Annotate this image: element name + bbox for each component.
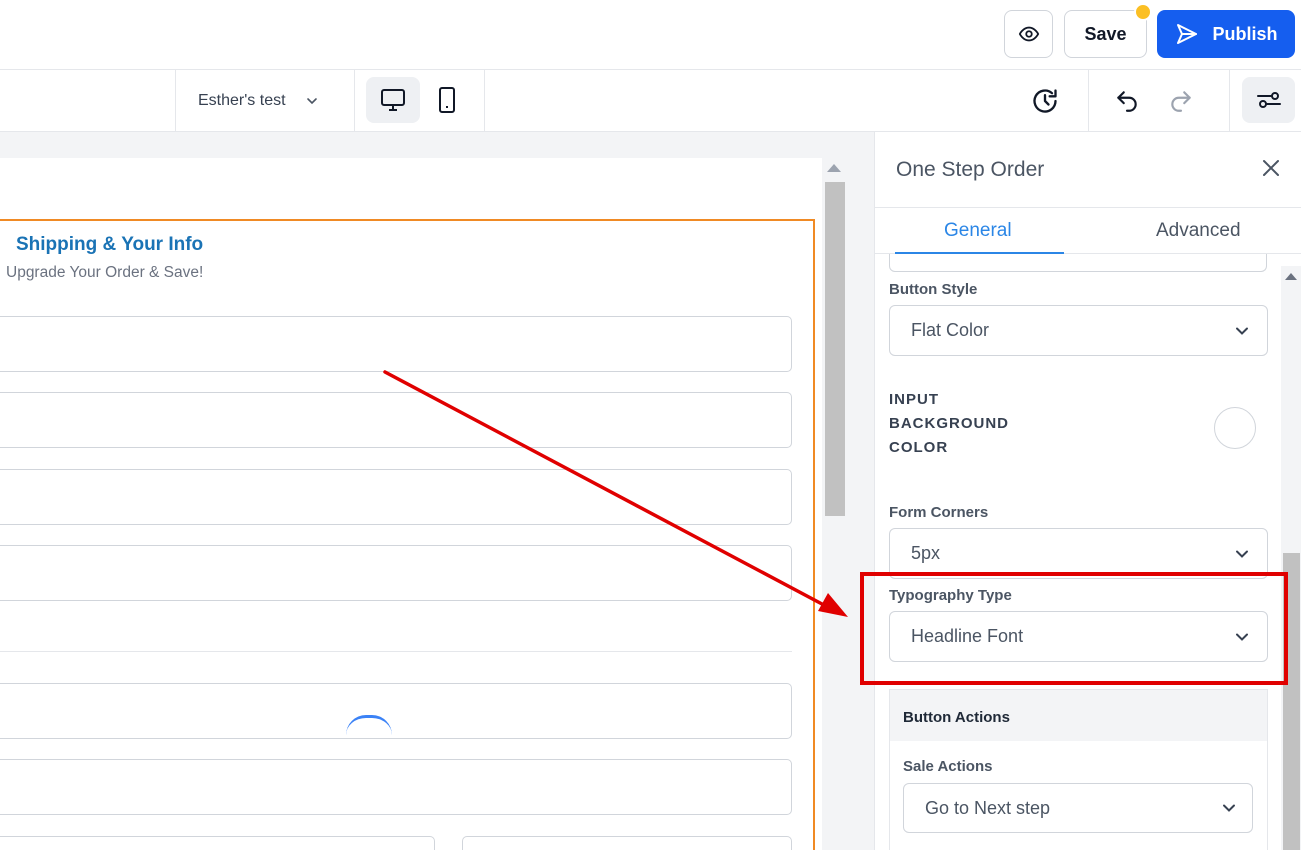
form-corners-label: Form Corners [889,504,989,521]
toolbar-divider [175,70,176,131]
undo-button[interactable] [1108,82,1146,120]
publish-button[interactable]: Publish [1157,10,1295,58]
form-divider [0,651,792,652]
sale-actions-select[interactable]: Go to Next step [903,783,1253,833]
form-input-field[interactable] [0,545,792,601]
send-icon [1177,24,1198,44]
chevron-down-icon [306,98,317,105]
form-input-field[interactable] [0,469,792,525]
button-actions-section: Button Actions Sale Actions Go to Next s… [889,689,1268,850]
form-title: Shipping & Your Info [16,234,204,255]
redo-button[interactable] [1162,82,1200,120]
button-style-value: Flat Color [911,320,990,340]
toolbar-divider [354,70,355,131]
chevron-down-icon [1223,804,1235,812]
undo-icon [1117,91,1137,112]
mobile-icon [439,87,455,113]
close-icon [1263,160,1279,176]
button-actions-title: Button Actions [903,709,1010,726]
save-button[interactable]: Save [1064,10,1147,58]
form-input-field[interactable] [0,836,435,850]
form-input-field[interactable] [0,759,792,815]
scroll-up-arrow-icon[interactable] [827,164,841,172]
toolbar-divider [1088,70,1089,131]
panel-title: One Step Order [896,158,1045,181]
button-style-label: Button Style [889,281,978,298]
canvas-scrollbar-thumb[interactable] [825,182,845,516]
eye-icon [1018,26,1039,42]
settings-panel: One Step Order General Advanced Button S… [874,132,1301,850]
form-input-field[interactable] [462,836,792,850]
unsaved-indicator-dot [1134,3,1152,21]
panel-header-divider [875,207,1301,208]
mobile-view-button[interactable] [424,77,470,123]
tab-general[interactable]: General [944,220,1012,242]
annotation-highlight-box [860,572,1288,685]
button-actions-header[interactable]: Button Actions [890,690,1267,741]
toolbar-divider [1229,70,1230,131]
preview-button[interactable] [1004,10,1053,58]
sale-actions-value: Go to Next step [925,798,1051,818]
form-corners-value: 5px [911,543,941,563]
desktop-view-button[interactable] [366,77,420,123]
form-input-field[interactable] [0,683,792,739]
button-style-select[interactable]: Flat Color [889,305,1268,356]
editor-toolbar: Esther's test [0,70,1301,132]
settings-button[interactable] [1242,77,1295,123]
history-icon [1033,89,1057,113]
sliders-icon [1256,92,1281,108]
toolbar-divider [484,70,485,131]
form-input-field[interactable] [0,392,792,448]
redo-icon [1171,91,1191,112]
tab-advanced[interactable]: Advanced [1156,220,1241,242]
top-bar: Save Publish [0,0,1301,70]
desktop-icon [381,89,405,111]
order-form-block[interactable] [0,219,815,850]
close-panel-button[interactable] [1259,156,1283,180]
sale-actions-label: Sale Actions [903,758,993,775]
previous-field-box[interactable] [889,254,1267,272]
chevron-down-icon [1236,550,1248,558]
form-input-field[interactable] [0,316,792,372]
chevron-down-icon [1236,327,1248,335]
form-subtitle: Upgrade Your Order & Save! [6,264,204,281]
page-selector-label: Esther's test [198,92,286,109]
input-background-color-label: INPUT BACKGROUND COLOR [889,391,1009,456]
history-button[interactable] [1026,82,1064,120]
page-selector[interactable]: Esther's test [198,88,318,114]
input-background-color-swatch[interactable] [1214,407,1256,449]
scroll-up-arrow-icon[interactable] [1285,273,1297,280]
publish-label: Publish [1212,23,1278,44]
